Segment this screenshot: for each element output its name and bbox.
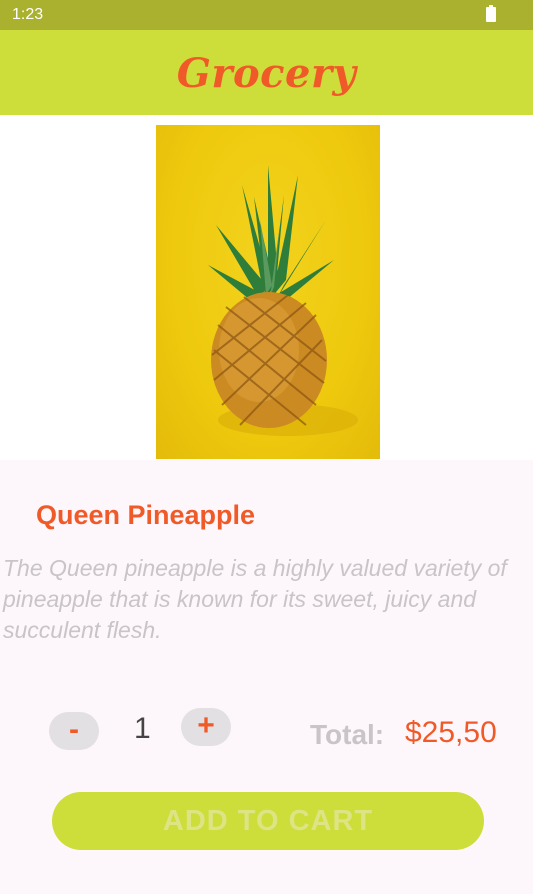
add-to-cart-button[interactable]: ADD TO CART [52,792,484,850]
battery-icon [486,5,496,22]
pineapple-icon [208,165,358,436]
total-label: Total: [310,719,385,750]
product-name: Queen Pineapple [36,500,256,530]
status-bar: 1:23 [0,0,533,30]
product-description: The Queen pineapple is a highly valued v… [3,555,507,643]
product-image-area [0,115,533,460]
decrease-quantity-button[interactable]: - [49,712,99,750]
app-bar: Grocery [0,30,533,115]
app-title: Grocery [176,50,357,97]
status-time: 1:23 [12,6,44,23]
total-price: $25,50 [405,716,497,749]
product-image [156,125,380,459]
increase-quantity-button[interactable]: + [181,708,231,746]
quantity-value: 1 [134,712,151,745]
